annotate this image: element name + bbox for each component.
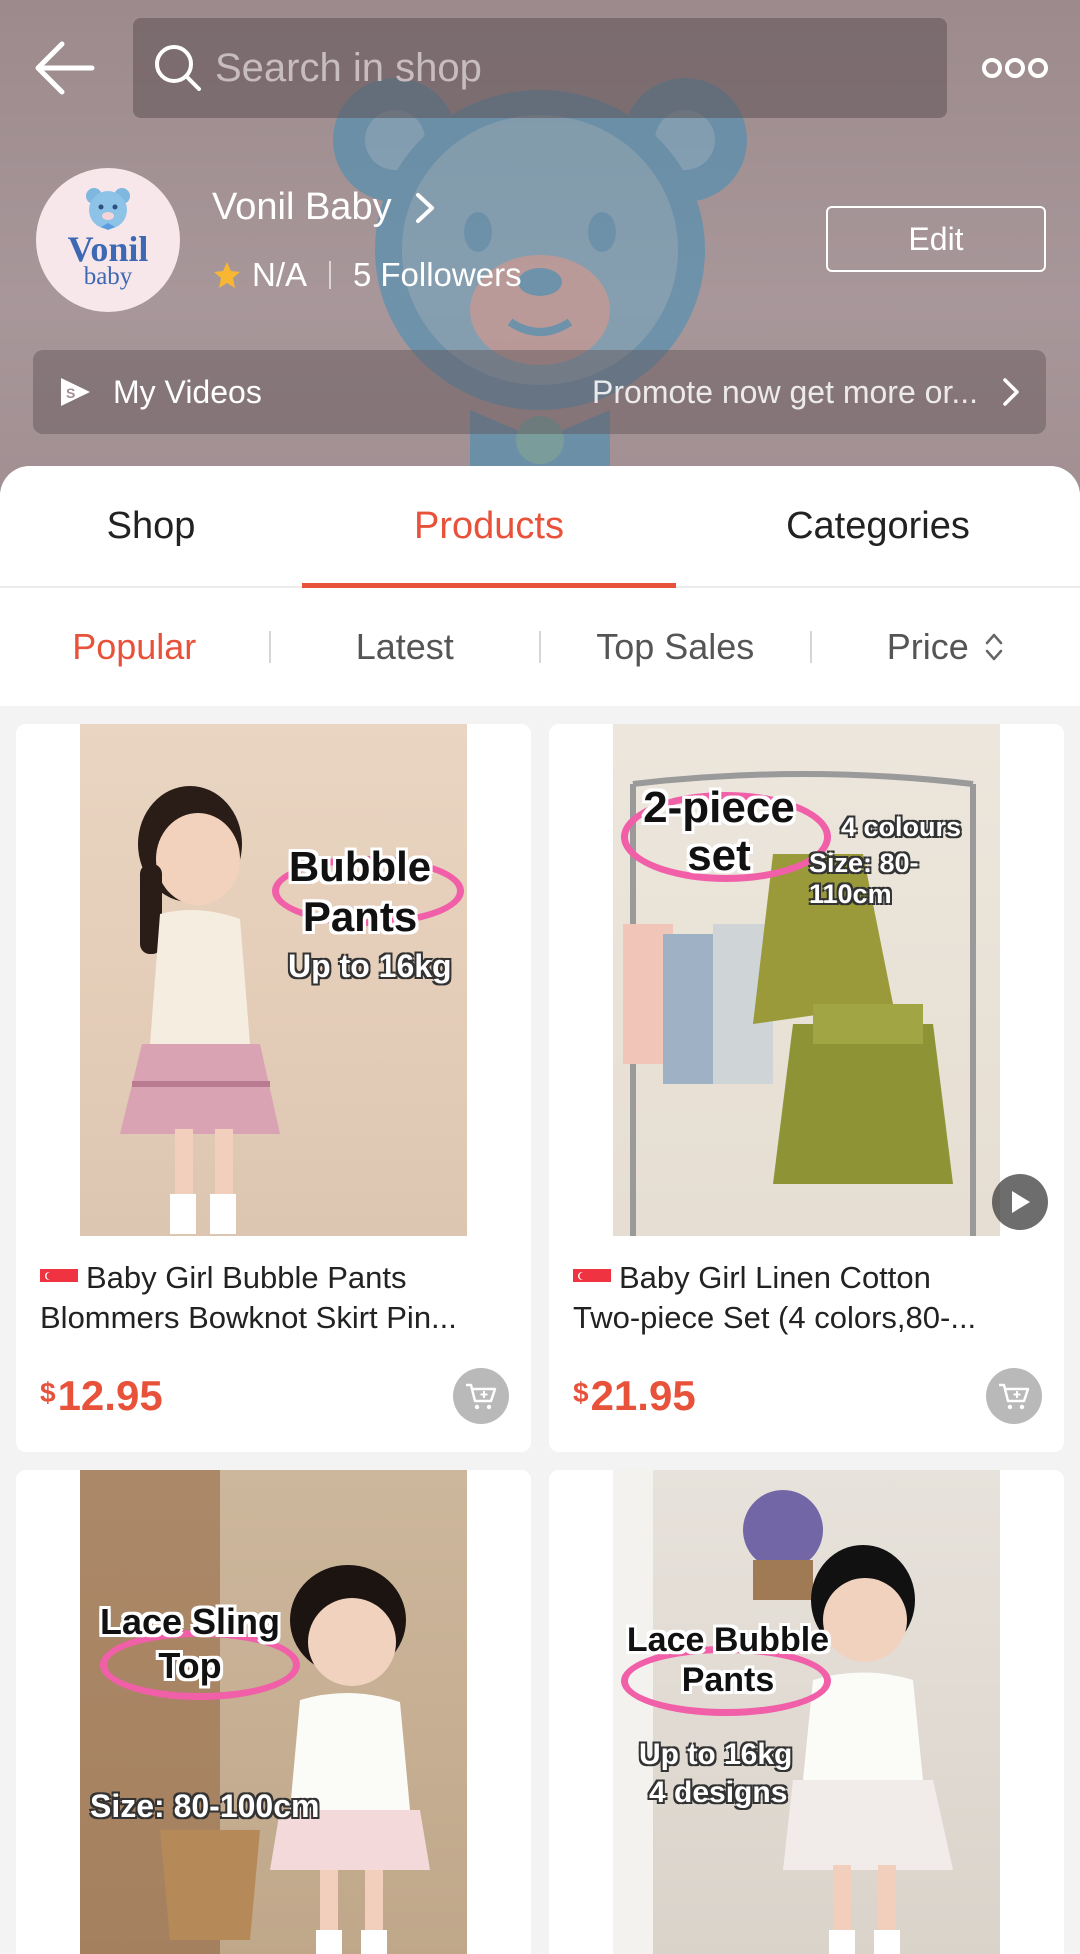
svg-text:S: S	[66, 385, 75, 401]
overlay-subtitle: Up to 16kg	[288, 948, 452, 984]
shop-meta: N/A 5 Followers	[212, 256, 522, 294]
search-icon	[155, 45, 201, 91]
sort-price[interactable]: Price	[812, 626, 1080, 668]
products-panel: Shop Products Categories Popular Latest …	[0, 466, 1080, 1954]
shop-header: Vonil baby Vonil Baby N/A 5 Followers Ed…	[0, 0, 1080, 500]
sort-bar: Popular Latest Top Sales Price	[0, 588, 1080, 706]
shopee-video-icon: S	[61, 378, 90, 406]
sort-price-label: Price	[886, 626, 969, 667]
product-price: $12.95	[40, 1372, 163, 1420]
product-title-line2: Two-piece Set (4 colors,80-...	[573, 1300, 977, 1335]
overlay-subtitle-colours: 4 colours	[841, 812, 962, 842]
chevron-right-icon	[415, 192, 434, 223]
meta-divider	[329, 261, 332, 289]
child-photo-illustration	[80, 1470, 430, 1954]
product-photo: Lace Bubble Pants Up to 16kg 4 designs	[613, 1470, 1000, 1954]
more-dots-icon	[982, 58, 1048, 78]
product-image: Bubble Pants Up to 16kg	[16, 724, 531, 1236]
product-title-line2: Blommers Bowknot Skirt Pin...	[40, 1300, 457, 1335]
singapore-flag-icon	[40, 1265, 78, 1291]
product-image: Lace Bubble Pants Up to 16kg 4 designs	[549, 1470, 1064, 1954]
price-currency: $	[573, 1377, 589, 1408]
product-card[interactable]: 2-piece set 4 colours Size: 80-110cm Bab…	[549, 724, 1064, 1452]
child-photo-illustration	[613, 1470, 953, 1954]
price-currency: $	[40, 1377, 56, 1408]
overlay-subtitle-size: Size: 80-110cm	[809, 848, 919, 909]
product-photo: Bubble Pants Up to 16kg	[80, 724, 467, 1236]
product-title-line1: Baby Girl Linen Cotton	[619, 1260, 931, 1295]
arrow-left-icon	[35, 41, 95, 95]
overlay-title: Lace Sling Top	[99, 1601, 281, 1686]
avatar-logo-text: Vonil	[67, 229, 149, 269]
more-options-button[interactable]	[980, 50, 1050, 86]
chevron-right-icon	[1003, 378, 1019, 406]
sort-updown-icon	[985, 633, 1003, 661]
add-to-cart-button[interactable]	[986, 1368, 1042, 1424]
price-value: 12.95	[57, 1372, 163, 1419]
tab-shop[interactable]: Shop	[0, 466, 302, 586]
shop-search-bar[interactable]	[133, 18, 947, 118]
overlay-title: 2-piece set	[643, 783, 795, 880]
bear-logo-icon	[86, 188, 130, 230]
overlay-subtitle-designs: 4 designs	[649, 1776, 788, 1809]
tab-categories[interactable]: Categories	[676, 466, 1080, 586]
singapore-flag-icon	[573, 1265, 611, 1291]
sort-popular[interactable]: Popular	[0, 626, 269, 668]
shop-name: Vonil Baby	[212, 186, 392, 228]
product-card[interactable]: Lace Sling Top Size: 80-100cm	[16, 1470, 531, 1954]
video-play-badge	[992, 1174, 1048, 1230]
my-videos-bar[interactable]: S My Videos Promote now get more or...	[33, 350, 1046, 434]
product-photo: 2-piece set 4 colours Size: 80-110cm	[613, 724, 1000, 1236]
cart-plus-icon	[999, 1383, 1030, 1410]
product-price: $21.95	[573, 1372, 696, 1420]
shop-tabs: Shop Products Categories	[0, 466, 1080, 588]
product-card[interactable]: Bubble Pants Up to 16kg Baby Girl Bubble…	[16, 724, 531, 1452]
shop-name-link[interactable]: Vonil Baby	[212, 186, 438, 229]
product-title: Baby Girl Bubble Pants Blommers Bowknot …	[40, 1258, 510, 1338]
product-card[interactable]: Lace Bubble Pants Up to 16kg 4 designs	[549, 1470, 1064, 1954]
cart-plus-icon	[466, 1383, 497, 1410]
sort-top-sales[interactable]: Top Sales	[541, 626, 810, 668]
edit-shop-button[interactable]: Edit	[826, 206, 1046, 272]
product-image: Lace Sling Top Size: 80-100cm	[16, 1470, 531, 1954]
videos-promo-text: Promote now get more or...	[592, 373, 978, 410]
avatar-logo-subtext: baby	[83, 263, 133, 290]
add-to-cart-button[interactable]	[453, 1368, 509, 1424]
product-photo: Lace Sling Top Size: 80-100cm	[80, 1470, 467, 1954]
overlay-subtitle-weight: Up to 16kg	[639, 1738, 793, 1771]
shop-rating: N/A	[252, 256, 308, 293]
shop-avatar[interactable]: Vonil baby	[36, 168, 180, 312]
product-title: Baby Girl Linen Cotton Two-piece Set (4 …	[573, 1258, 1043, 1338]
overlay-subtitle: Size: 80-100cm	[90, 1788, 320, 1824]
tab-products[interactable]: Products	[302, 466, 676, 588]
overlay-title: Bubble Pants	[288, 843, 432, 940]
price-value: 21.95	[590, 1372, 696, 1419]
product-title-line1: Baby Girl Bubble Pants	[86, 1260, 407, 1295]
my-videos-label: My Videos	[113, 373, 262, 410]
back-button[interactable]	[30, 36, 100, 100]
play-icon	[1012, 1191, 1030, 1213]
search-input[interactable]	[215, 45, 915, 91]
sort-latest[interactable]: Latest	[271, 626, 540, 668]
followers-count: 5	[353, 256, 372, 293]
star-icon	[214, 262, 240, 288]
followers-label: Followers	[380, 256, 522, 293]
overlay-title: Lace Bubble Pants	[626, 1621, 830, 1699]
product-image: 2-piece set 4 colours Size: 80-110cm	[549, 724, 1064, 1236]
